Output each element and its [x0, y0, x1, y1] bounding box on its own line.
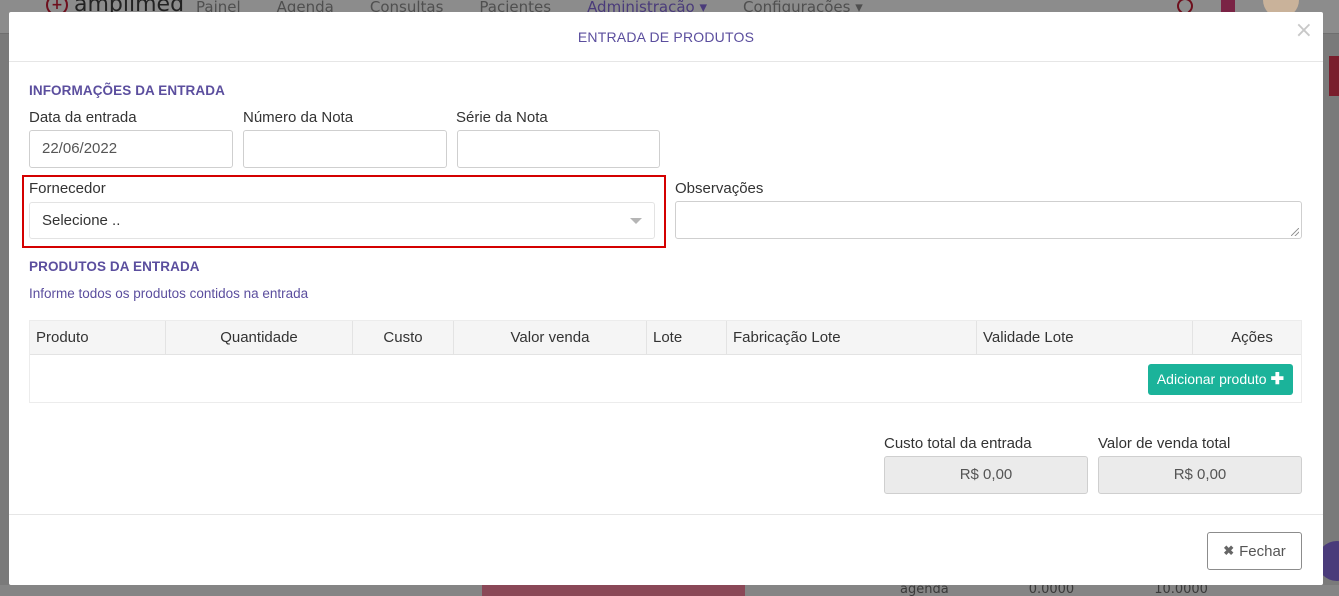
invoice-series-input[interactable] [457, 130, 660, 168]
modal-header: ENTRADA DE PRODUTOS × [9, 12, 1323, 62]
products-hint: Informe todos os produtos contidos na en… [29, 286, 309, 301]
close-icon[interactable]: × [1295, 18, 1313, 43]
plus-icon: ✚ [1270, 371, 1284, 388]
invoice-number-input[interactable] [243, 130, 447, 168]
resize-grip-icon[interactable] [1291, 228, 1299, 236]
column-header-valor-venda: Valor venda [454, 321, 647, 355]
chevron-down-icon [630, 218, 642, 224]
invoice-series-label: Série da Nota [456, 109, 548, 126]
add-product-label: Adicionar produto [1156, 371, 1267, 387]
notes-label: Observações [675, 180, 764, 197]
supplier-label: Fornecedor [29, 180, 106, 197]
products-table-header: Produto Quantidade Custo Valor venda Lot… [30, 321, 1301, 355]
products-section-title: PRODUTOS DA ENTRADA [29, 259, 200, 274]
column-header-quantidade: Quantidade [166, 321, 353, 355]
products-table: Produto Quantidade Custo Valor venda Lot… [29, 320, 1302, 403]
background-red-bar [1329, 56, 1339, 96]
column-header-custo: Custo [353, 321, 454, 355]
background-pink-block [482, 585, 745, 596]
close-button[interactable]: ✖ Fechar [1207, 532, 1302, 570]
entry-date-input[interactable]: 22/06/2022 [29, 130, 233, 168]
modal-footer: ✖ Fechar [9, 514, 1323, 585]
column-header-fabricacao-lote: Fabricação Lote [727, 321, 977, 355]
entry-date-label: Data da entrada [29, 109, 137, 126]
notes-textarea[interactable] [675, 201, 1302, 239]
supplier-select[interactable]: Selecione .. [29, 202, 655, 239]
total-cost-label: Custo total da entrada [884, 435, 1032, 452]
column-header-lote: Lote [647, 321, 727, 355]
column-header-validade-lote: Validade Lote [977, 321, 1193, 355]
column-header-produto: Produto [30, 321, 166, 355]
modal-title: ENTRADA DE PRODUTOS [577, 29, 755, 45]
total-sale-label: Valor de venda total [1098, 435, 1231, 452]
total-cost-field: R$ 0,00 [884, 456, 1088, 494]
total-sale-field: R$ 0,00 [1098, 456, 1302, 494]
invoice-number-label: Número da Nota [243, 109, 354, 126]
column-header-acoes: Ações [1231, 329, 1273, 346]
close-x-icon: ✖ [1223, 543, 1235, 558]
add-product-button[interactable]: Adicionar produto ✚ [1147, 364, 1293, 395]
supplier-select-value: Selecione .. [42, 212, 121, 229]
product-entry-modal: ENTRADA DE PRODUTOS × INFORMAÇÕES DA ENT… [9, 12, 1323, 585]
close-button-label: Fechar [1239, 542, 1286, 560]
entry-info-section-title: INFORMAÇÕES DA ENTRADA [29, 83, 225, 98]
